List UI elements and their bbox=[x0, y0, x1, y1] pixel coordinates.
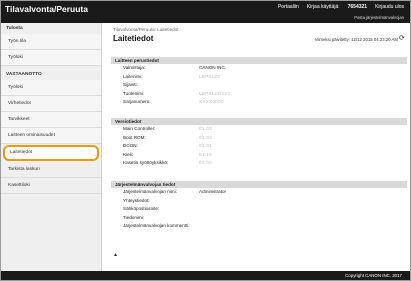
row-key: Yhteystiedot: bbox=[123, 197, 150, 203]
sidebar-item-device-info[interactable]: Laitetiedot bbox=[3, 145, 99, 161]
row-key: Tiedonimi: bbox=[123, 214, 145, 220]
sidebar-section-print: Tulosta bbox=[6, 26, 23, 31]
row-value: 01.03 bbox=[199, 134, 212, 140]
row-key: Sähköpostiosoite: bbox=[123, 206, 160, 212]
row-key: Sijainti: bbox=[123, 82, 138, 88]
section-header: Laitteen perustiedot bbox=[111, 57, 407, 64]
row-key: Valmistaja: bbox=[123, 65, 146, 70]
sidebar-item-label: Työn tila bbox=[8, 39, 26, 44]
row-key: Boot ROM: bbox=[123, 134, 146, 140]
top-bar: Tilavalvonta/Peruuta Portaaliin Kirjaa k… bbox=[1, 1, 410, 23]
row-key: Tuotenimi: bbox=[123, 90, 145, 96]
sidebar-item-label: Virhetiedot bbox=[8, 101, 31, 106]
info-row: Main Controller: 01.03 bbox=[111, 125, 407, 134]
row-key: Laitenimi: bbox=[123, 73, 143, 79]
info-row: Tuotenimi: LBP0123/123 bbox=[111, 90, 407, 99]
sidebar-item-receive-log[interactable]: Työloki bbox=[1, 80, 101, 96]
sidebar-item-job-log[interactable]: Työloki bbox=[1, 50, 101, 66]
row-value: 01.00 bbox=[199, 160, 212, 166]
last-updated: Viimeksi päivitetty: 12/12 2015 04:23:20… bbox=[314, 37, 398, 42]
row-key: Kieli: bbox=[123, 151, 133, 157]
sidebar-item-consumables[interactable]: Tarvikkeet bbox=[1, 112, 101, 128]
row-key: Kasetin syöttöyksikkö: bbox=[123, 160, 169, 166]
page-title: Laitetiedot bbox=[113, 34, 154, 43]
row-key: DCON: bbox=[123, 143, 138, 149]
back-to-top-icon[interactable]: ▲ bbox=[113, 252, 118, 258]
remote-ui-window: Tilavalvonta/Peruuta Portaaliin Kirjaa k… bbox=[0, 0, 411, 281]
sidebar-item-check-counter[interactable]: Tarkista laskuri bbox=[1, 162, 101, 178]
user-id: 7654321 bbox=[347, 4, 368, 10]
info-row: Boot ROM: 01.03 bbox=[111, 134, 407, 143]
row-value: 01.01 bbox=[199, 143, 212, 149]
info-row: Sähköpostiosoite: bbox=[111, 205, 407, 214]
info-row: Valmistaja: CANON INC. bbox=[111, 64, 407, 73]
info-row: Yhteystiedot: bbox=[111, 197, 407, 206]
sidebar-item-job-status[interactable]: Työn tila bbox=[1, 34, 101, 50]
portal-link[interactable]: Portaaliin bbox=[278, 4, 299, 10]
top-links: Portaaliin Kirjaa käyttäjä: 7654321 Kirj… bbox=[278, 4, 404, 10]
brand-title: Tilavalvonta/Peruuta bbox=[5, 4, 88, 14]
row-key: Sarjanumero: bbox=[123, 99, 151, 105]
row-value: 01.16 bbox=[199, 151, 212, 157]
copyright: Copyright CANON INC. 2017 bbox=[345, 273, 402, 278]
row-key: Järjestelmänvalvojan nimi: bbox=[123, 189, 177, 194]
info-row: Kieli: 01.16 bbox=[111, 151, 407, 160]
section-header: Versiotiedot bbox=[111, 118, 407, 125]
sidebar-item-cassette-log[interactable]: Kasettiloki bbox=[1, 178, 101, 194]
info-row: Järjestelmänvalvojan nimi: Administrator bbox=[111, 188, 407, 197]
info-row: Kasetin syöttöyksikkö: 01.00 bbox=[111, 159, 407, 168]
row-value: CANON INC. bbox=[199, 65, 227, 70]
section-version-info: Versiotiedot Main Controller: 01.03 Boot … bbox=[111, 118, 407, 168]
logout-link[interactable]: Kirjaudu ulos bbox=[375, 4, 404, 10]
sidebar-item-device-features[interactable]: Laitteen ominaisuudet bbox=[1, 128, 101, 144]
info-row: Tiedonimi: bbox=[111, 214, 407, 223]
main-content: Tilavalvonta/Peruuta: Laitetiedot Laitet… bbox=[103, 23, 410, 271]
row-value: 01.03 bbox=[199, 126, 212, 131]
info-row: Laitenimi: LBP0123 bbox=[111, 73, 407, 82]
sidebar-item-label: Tarkista laskuri bbox=[8, 167, 40, 172]
info-row: Järjestelmänvalvojan kommentti: bbox=[111, 222, 407, 231]
sidebar-item-label: Kasettiloki bbox=[8, 183, 30, 188]
user-label: Kirjaa käyttäjä: bbox=[306, 4, 340, 10]
sidebar-item-error-info[interactable]: Virhetiedot bbox=[1, 96, 101, 112]
section-header: Järjestelmänvalvojan tiedot bbox=[111, 181, 407, 188]
row-value: LBP0123/123 bbox=[199, 90, 231, 96]
sidebar-item-label: Työloki bbox=[8, 55, 23, 60]
footer: Copyright CANON INC. 2017 bbox=[1, 271, 410, 280]
row-value: XXXX0000 bbox=[199, 99, 224, 105]
refresh-icon[interactable]: ⟳ bbox=[399, 35, 406, 42]
sidebar-item-label: Tarvikkeet bbox=[8, 117, 30, 122]
section-admin-info: Järjestelmänvalvojan tiedot Järjestelmän… bbox=[111, 181, 407, 231]
info-row: Sijainti: bbox=[111, 81, 407, 90]
section-basic-info: Laitteen perustiedot Valmistaja: CANON IN… bbox=[111, 57, 407, 107]
breadcrumb: Tilavalvonta/Peruuta: Laitetiedot bbox=[113, 27, 179, 32]
sidebar: Tulosta Työn tila Työloki VASTAANOTTO Ty… bbox=[1, 23, 102, 271]
sidebar-item-label: Työloki bbox=[8, 85, 23, 90]
info-row: Sarjanumero: XXXX0000 bbox=[111, 98, 407, 107]
row-key: Järjestelmänvalvojan kommentti: bbox=[123, 223, 190, 229]
sidebar-item-label: Laitetiedot bbox=[10, 150, 33, 155]
row-key: Main Controller: bbox=[123, 126, 156, 131]
row-value: LBP0123 bbox=[199, 73, 221, 79]
sidebar-item-label: Laitteen ominaisuudet bbox=[8, 133, 55, 138]
change-admin-link[interactable]: Posta järjestelmänvalvojan bbox=[354, 15, 404, 20]
row-value: Administrator bbox=[199, 189, 227, 194]
info-row: DCON: 01.01 bbox=[111, 142, 407, 151]
sidebar-section-receive: VASTAANOTTO bbox=[6, 72, 42, 77]
